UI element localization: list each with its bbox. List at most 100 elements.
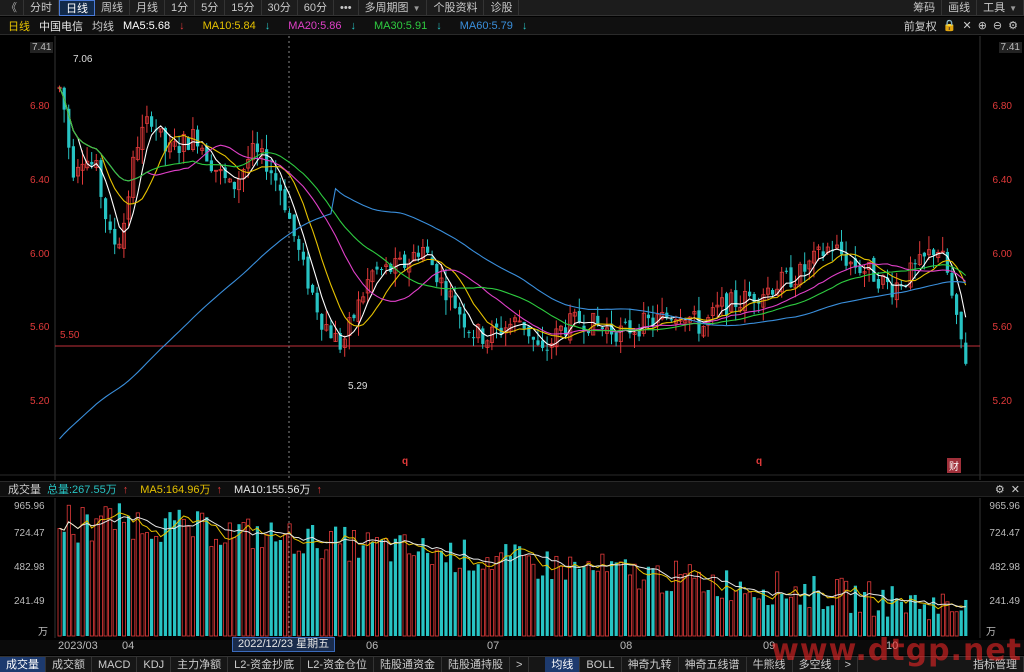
volume-bar-up [526,555,531,637]
volume-bar-up [839,577,844,637]
volume-bar-up [374,537,379,637]
volume-ma10: MA10:155.56万 ↑ [234,484,322,496]
volume-bar-down [725,570,729,636]
volume-bar-down [255,526,259,636]
volume-header: 成交量 总量:267.55万 ↑ MA5:164.96万 ↑ MA10:155.56… [0,481,1024,497]
tab-magic-five[interactable]: 神奇五线谱 [679,656,747,672]
candle-body-down [577,311,581,323]
volume-bar-down [738,581,742,636]
tab-ma[interactable]: 均线 [545,656,581,672]
cursor-date: 2022/12/23 星期五 [232,637,336,652]
volume-bar-up [181,518,186,637]
volume-bar-down [196,511,200,636]
candle-body-down [444,281,448,301]
volume-bar-up [287,523,292,637]
close-icon[interactable]: ✕ [1011,483,1020,496]
volume-bar-up [259,547,264,637]
volume-bar-up [568,556,573,637]
volume-bar-up [499,552,504,637]
candle-body-down [748,291,752,297]
volume-bar-up [250,548,255,637]
volume-bar-down [582,565,586,636]
volume-bar-up [683,573,688,637]
tab-boll[interactable]: BOLL [580,656,622,672]
tab-kdj[interactable]: KDJ [137,656,172,672]
candle-body-down [255,143,259,153]
date-label: 07 [487,640,500,652]
volume-bar-down [890,586,894,636]
volume-bar-up [710,574,715,637]
q-marker-2[interactable]: q [756,456,762,467]
volume-bar-up [319,558,324,637]
volume-bar-up [789,596,794,637]
candle-body-down [108,221,112,230]
tab-magic-nine[interactable]: 神奇九转 [622,656,679,672]
candle-body-down [269,170,273,174]
volume-bar-up [347,560,352,637]
volume-bar-up [296,550,301,637]
candle-body-down [416,252,420,257]
candle-body-down [306,256,310,289]
q-marker-1[interactable]: q [402,456,408,467]
volume-bar-up [351,530,356,637]
candle-body-down [495,323,499,328]
candle-body-down [803,264,807,272]
vol-unit: 万 [38,627,48,638]
tab-volume[interactable]: 成交量 [0,656,46,672]
kline-chart[interactable] [0,0,1024,672]
candle-body-down [453,295,457,309]
volume-bar-up [559,565,564,637]
volume-bar-down [623,559,627,636]
candle-body-down [283,189,287,211]
candle-body-down [876,279,880,289]
volume-bar-up [743,593,748,637]
volume-bar-down [573,561,577,636]
candle-body-down [725,293,729,316]
ma30-line [58,86,967,332]
financial-report-marker[interactable]: 财 [947,458,961,473]
tab-l2-position[interactable]: L2-资金仓位 [301,656,374,672]
candle-body-down [301,251,305,260]
settings-icon[interactable]: ⚙ [995,483,1005,496]
volume-bar-up [586,561,591,637]
candle-body-down [771,289,775,295]
volume-bar-down [541,575,545,636]
volume-bar-down [62,531,66,636]
volume-bar-up [209,546,214,637]
volume-bar-down [389,561,393,636]
tab-macd[interactable]: MACD [92,656,138,672]
volume-bar-down [467,570,471,636]
candle-body-down [462,313,466,328]
volume-bar-down [444,562,448,636]
volume-bar-up [411,555,416,637]
tab-l2-bottom[interactable]: L2-资金抄底 [228,656,302,672]
volume-bar-up [402,534,407,637]
candle-body-down [209,160,213,172]
tab-hk-connect-holdings[interactable]: 陆股通持股 [442,656,510,672]
price-tick-640: 6.40 [30,175,50,186]
volume-bar-down [449,542,453,636]
volume-bar-up [600,553,605,637]
chevron-right-icon[interactable]: > [510,656,530,672]
volume-bar-up [434,549,439,637]
candle-body-down [913,263,917,265]
volume-bar-down [761,589,765,636]
volume-bar-down [715,596,719,636]
volume-bar-up [103,506,108,637]
volume-bar-up [844,580,849,637]
volume-bar-down [306,528,310,636]
price-tick-560: 5.60 [30,322,50,333]
volume-bar-down [163,518,167,636]
volume-bar-up [632,563,637,637]
tab-amount[interactable]: 成交额 [46,656,92,672]
candle-body-down [959,311,963,340]
tab-main-net[interactable]: 主力净额 [171,656,229,672]
date-label: 2023/03 [58,640,98,652]
tab-hk-connect-funds[interactable]: 陆股通资金 [374,656,442,672]
candle-body-down [297,239,301,250]
volume-bar-up [89,540,94,637]
vol-ma5-line [59,512,966,610]
candle-body-down [311,284,315,293]
volume-bar-down [922,604,926,636]
candle-body-down [890,284,894,298]
